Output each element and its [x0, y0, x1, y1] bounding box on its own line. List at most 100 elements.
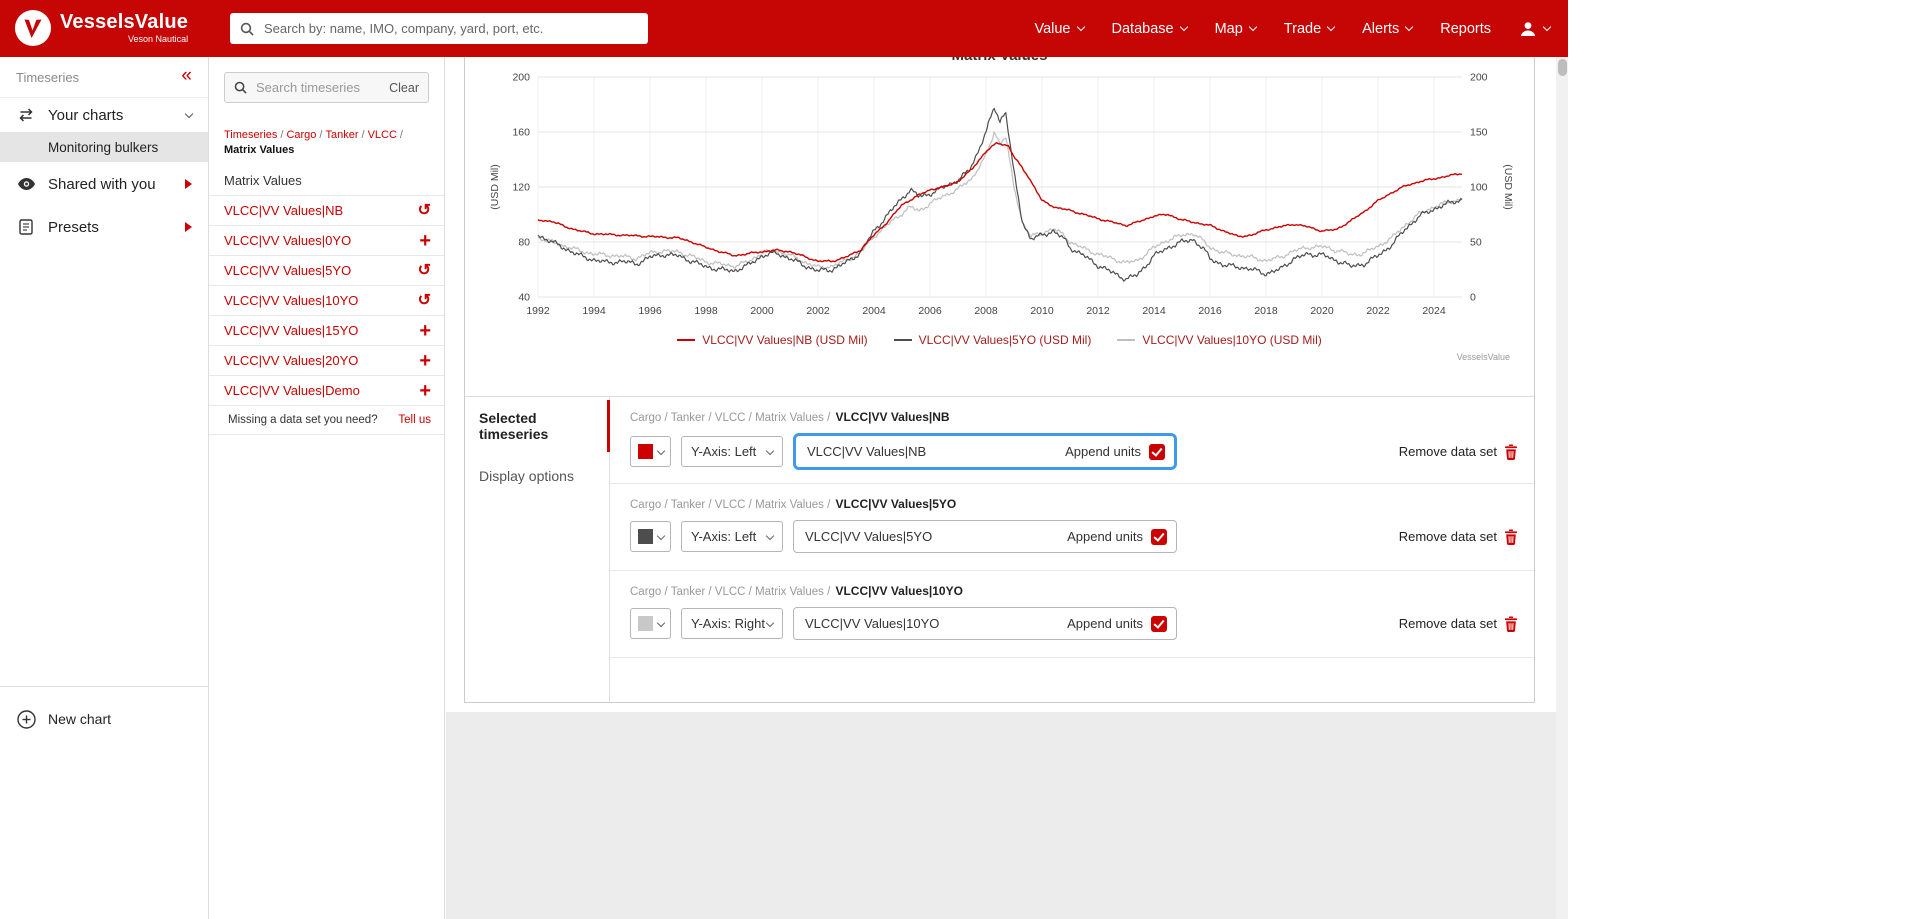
nav-alerts[interactable]: Alerts: [1362, 20, 1414, 37]
timeseries-item[interactable]: VLCC|VV Values|0YO +: [209, 226, 444, 256]
append-units-label: Append units: [1065, 444, 1141, 459]
series-label-input[interactable]: [798, 443, 1066, 460]
collapse-sidebar-icon[interactable]: «: [181, 66, 192, 85]
undo-icon[interactable]: ↺: [418, 262, 431, 279]
sidebar-item-your-charts[interactable]: Your charts: [0, 98, 208, 132]
breadcrumb-vlcc[interactable]: VLCC: [368, 129, 397, 141]
breadcrumb-tanker[interactable]: Tanker: [325, 129, 358, 141]
undo-icon[interactable]: ↺: [418, 202, 431, 219]
user-icon: [1520, 21, 1536, 36]
svg-text:2016: 2016: [1198, 305, 1222, 317]
add-icon[interactable]: +: [419, 321, 431, 341]
nav-alerts-label: Alerts: [1362, 20, 1400, 37]
legend-dash: [677, 338, 696, 342]
tab-selected-timeseries[interactable]: Selected timeseries: [465, 397, 610, 455]
color-swatch: [637, 529, 653, 544]
selected-series-list: Cargo / Tanker / VLCC / Matrix Values / …: [610, 397, 1534, 702]
timeseries-item[interactable]: VLCC|VV Values|10YO ↺: [209, 286, 444, 316]
timeseries-item-label[interactable]: VLCC|VV Values|Demo: [224, 383, 419, 398]
breadcrumb: Timeseries / Cargo / Tanker / VLCC / Matrix Val…: [224, 128, 434, 158]
remove-dataset-button[interactable]: Remove data set: [1399, 529, 1518, 545]
clear-search-button[interactable]: Clear: [389, 81, 419, 95]
global-search-input[interactable]: [262, 20, 638, 37]
y-axis-select[interactable]: Y-Axis: Right: [681, 608, 783, 639]
eye-icon: [16, 178, 36, 190]
nav-trade[interactable]: Trade: [1284, 21, 1336, 37]
sidebar-chart-monitoring-bulkers[interactable]: Monitoring bulkers: [0, 132, 208, 162]
scrollbar-thumb[interactable]: [1557, 59, 1567, 76]
remove-dataset-label: Remove data set: [1398, 529, 1497, 544]
timeseries-editor: Selected timeseries Display options Carg…: [465, 396, 1534, 702]
series-label-input[interactable]: [796, 528, 1068, 545]
scrollbar[interactable]: [1556, 57, 1568, 919]
sidebar-item-shared-with-you[interactable]: Shared with you: [0, 167, 208, 201]
timeseries-item[interactable]: VLCC|VV Values|5YO ↺: [209, 256, 444, 286]
timeseries-item-label[interactable]: VLCC|VV Values|20YO: [224, 353, 419, 368]
series-label-input[interactable]: [796, 615, 1068, 632]
svg-text:150: 150: [1470, 127, 1488, 139]
remove-dataset-button[interactable]: Remove data set: [1399, 444, 1518, 460]
user-menu[interactable]: [1519, 20, 1552, 38]
y-axis-select[interactable]: Y-Axis: Left: [681, 436, 783, 467]
nav-value[interactable]: Value: [1034, 21, 1085, 37]
nav-map[interactable]: Map: [1215, 21, 1258, 37]
svg-text:40: 40: [518, 292, 530, 304]
timeseries-item-label[interactable]: VLCC|VV Values|15YO: [224, 323, 419, 338]
legend-item[interactable]: VLCC|VV Values|10YO (USD Mil): [1117, 333, 1322, 347]
timeseries-item-label[interactable]: VLCC|VV Values|10YO: [224, 293, 418, 308]
nav-database[interactable]: Database: [1112, 21, 1188, 37]
series-breadcrumb-path: Cargo / Tanker / VLCC / Matrix Values /: [630, 499, 831, 511]
timeseries-item-label[interactable]: VLCC|VV Values|5YO: [224, 263, 418, 278]
new-chart-button[interactable]: New chart: [0, 698, 208, 740]
breadcrumb-timeseries[interactable]: Timeseries: [224, 129, 277, 141]
series-controls: Y-Axis: Right Append units Remove data s…: [630, 607, 1534, 640]
append-units-label: Append units: [1067, 529, 1143, 544]
timeseries-search-input[interactable]: [254, 79, 383, 96]
color-select[interactable]: [630, 608, 671, 639]
tab-display-options[interactable]: Display options: [465, 455, 609, 497]
main-nav: Value Database Map Trade Alerts Reports: [1034, 0, 1552, 57]
breadcrumb-cargo[interactable]: Cargo: [286, 129, 316, 141]
color-select[interactable]: [630, 436, 671, 467]
tell-us-link[interactable]: Tell us: [398, 414, 431, 426]
sidebar-item-presets[interactable]: Presets: [0, 210, 208, 244]
remove-dataset-label: Remove data set: [1398, 444, 1497, 459]
add-icon[interactable]: +: [419, 381, 431, 401]
y-axis-select[interactable]: Y-Axis: Left: [681, 521, 783, 552]
timeseries-item[interactable]: VLCC|VV Values|15YO +: [209, 316, 444, 346]
timeseries-item[interactable]: VLCC|VV Values|Demo +: [209, 376, 444, 406]
svg-text:2004: 2004: [862, 305, 886, 317]
add-icon[interactable]: +: [419, 351, 431, 371]
legend-item[interactable]: VLCC|VV Values|NB (USD Mil): [677, 333, 868, 347]
series-controls: Y-Axis: Left Append units Remove data se…: [630, 433, 1534, 470]
nav-reports[interactable]: Reports: [1440, 21, 1491, 37]
add-icon[interactable]: +: [419, 231, 431, 251]
timeseries-browser-panel: Clear Timeseries/Cargo/Tanker/VLCC/ Matr…: [209, 57, 445, 919]
append-units-checkbox[interactable]: [1151, 528, 1167, 545]
append-units-checkbox[interactable]: [1151, 615, 1167, 632]
legend-item[interactable]: VLCC|VV Values|5YO (USD Mil): [893, 333, 1091, 347]
remove-dataset-button[interactable]: Remove data set: [1399, 616, 1518, 632]
vesselsvalue-logo[interactable]: VesselsValue Veson Nautical: [14, 9, 188, 47]
logo-icon: [14, 9, 52, 47]
append-units-checkbox[interactable]: [1149, 443, 1165, 460]
nav-reports-label: Reports: [1440, 20, 1491, 37]
global-search[interactable]: [230, 13, 648, 44]
brand-name: VesselsValue: [60, 11, 189, 33]
brand-text: VesselsValue Veson Nautical: [60, 11, 189, 45]
remove-dataset-label: Remove data set: [1398, 616, 1497, 631]
breadcrumb-current: Matrix Values: [224, 144, 295, 156]
sidebar-divider: [0, 686, 208, 687]
timeseries-item[interactable]: VLCC|VV Values|20YO +: [209, 346, 444, 376]
new-chart-label: New chart: [48, 711, 112, 727]
svg-text:200: 200: [512, 72, 530, 84]
svg-text:2024: 2024: [1422, 305, 1446, 317]
timeseries-item-label[interactable]: VLCC|VV Values|0YO: [224, 233, 419, 248]
undo-icon[interactable]: ↺: [418, 292, 431, 309]
timeseries-search[interactable]: Clear: [224, 72, 429, 103]
svg-text:2018: 2018: [1254, 305, 1278, 317]
timeseries-item-label[interactable]: VLCC|VV Values|NB: [224, 203, 418, 218]
timeseries-item[interactable]: VLCC|VV Values|NB ↺: [209, 196, 444, 226]
chevron-down-icon: [765, 618, 775, 627]
color-select[interactable]: [630, 521, 671, 552]
